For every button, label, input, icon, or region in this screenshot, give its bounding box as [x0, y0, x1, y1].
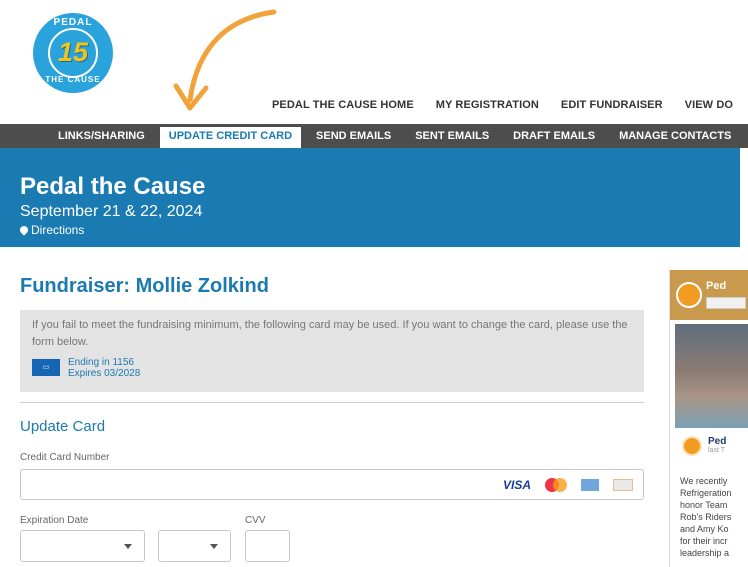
fb-text-line: leadership a — [680, 548, 730, 558]
fb-post-photo[interactable] — [675, 324, 748, 428]
top-nav: PEDAL THE CAUSE HOME MY REGISTRATION EDIT … — [272, 95, 748, 113]
subnav-manage-contacts[interactable]: MANAGE CONTACTS — [610, 124, 740, 148]
event-banner: Pedal the Cause September 21 & 22, 2024 … — [0, 148, 740, 247]
amex-icon — [581, 479, 599, 491]
cc-number-label: Credit Card Number — [20, 452, 110, 463]
exp-month-select[interactable] — [20, 530, 145, 562]
subnav-links-sharing[interactable]: LINKS/SHARING — [49, 124, 154, 148]
fb-page-avatar[interactable] — [676, 282, 702, 308]
fb-post-time: last T — [708, 447, 725, 454]
accepted-cards: VISA — [503, 478, 633, 492]
mastercard-icon — [545, 478, 567, 492]
chevron-down-icon — [124, 544, 132, 549]
notice-text: If you fail to meet the fundraising mini… — [32, 319, 628, 348]
fb-page-name[interactable]: Ped — [706, 280, 726, 292]
fundraiser-subnav: LINKS/SHARING UPDATE CREDIT CARD SEND EMAI… — [0, 124, 748, 148]
cc-number-input[interactable]: VISA — [20, 469, 644, 500]
visa-icon: VISA — [502, 478, 531, 492]
fb-post-avatar[interactable] — [682, 436, 702, 456]
current-card: ▭ Ending in 1156 Expires 03/2028 — [32, 357, 632, 379]
logo-number: 15 — [57, 37, 89, 67]
divider — [20, 402, 644, 403]
directions-link[interactable]: Directions — [18, 223, 740, 237]
card-ending: Ending in 1156 — [68, 357, 134, 368]
pedal-the-cause-logo[interactable]: PEDAL 15 THE CAUSE — [33, 13, 113, 93]
nav-edit-fundraiser[interactable]: EDIT FUNDRAISER — [561, 99, 663, 111]
map-pin-icon — [18, 224, 30, 236]
fb-post-name[interactable]: Ped — [708, 436, 726, 447]
current-card-notice: If you fail to meet the fundraising mini… — [20, 310, 644, 392]
logo-bottom-text: THE CAUSE — [45, 75, 101, 84]
update-card-heading: Update Card — [20, 418, 106, 435]
credit-card-icon: ▭ — [32, 359, 60, 376]
fb-text-line: honor Team — [680, 500, 728, 510]
nav-view-donations[interactable]: VIEW DO — [685, 99, 733, 111]
logo-top-text: PEDAL — [53, 17, 93, 28]
cvv-input[interactable] — [245, 530, 290, 562]
fb-text-line: We recently — [680, 476, 728, 486]
chevron-down-icon — [210, 544, 218, 549]
event-title: Pedal the Cause — [20, 173, 206, 200]
fb-text-line: Rob's Riders — [680, 512, 732, 522]
subnav-send-emails[interactable]: SEND EMAILS — [307, 124, 400, 148]
fb-text-line: and Amy Ko — [680, 524, 729, 534]
fb-post-text: We recently Refrigeration honor Team Rob… — [680, 475, 748, 559]
discover-icon — [613, 479, 633, 491]
subnav-sent-emails[interactable]: SENT EMAILS — [406, 124, 498, 148]
nav-my-registration[interactable]: MY REGISTRATION — [436, 99, 539, 111]
fb-header: Ped — [670, 270, 748, 320]
cvv-label: CVV — [245, 515, 266, 526]
exp-year-select[interactable] — [158, 530, 231, 562]
fb-text-line: Refrigeration — [680, 488, 732, 498]
nav-home[interactable]: PEDAL THE CAUSE HOME — [272, 99, 414, 111]
subnav-draft-emails[interactable]: DRAFT EMAILS — [504, 124, 604, 148]
directions-label: Directions — [31, 223, 85, 237]
card-expires: Expires 03/2028 — [68, 368, 141, 379]
event-date: September 21 & 22, 2024 — [20, 203, 203, 220]
expiration-date-label: Expiration Date — [20, 515, 89, 526]
subnav-update-credit-card[interactable]: UPDATE CREDIT CARD — [159, 124, 302, 148]
fundraiser-title: Fundraiser: Mollie Zolkind — [20, 275, 269, 297]
facebook-feed-widget[interactable]: Ped Ped last T We recently Refrigeration… — [669, 270, 748, 567]
fb-like-button[interactable] — [706, 297, 746, 309]
fb-text-line: for their incr — [680, 536, 728, 546]
